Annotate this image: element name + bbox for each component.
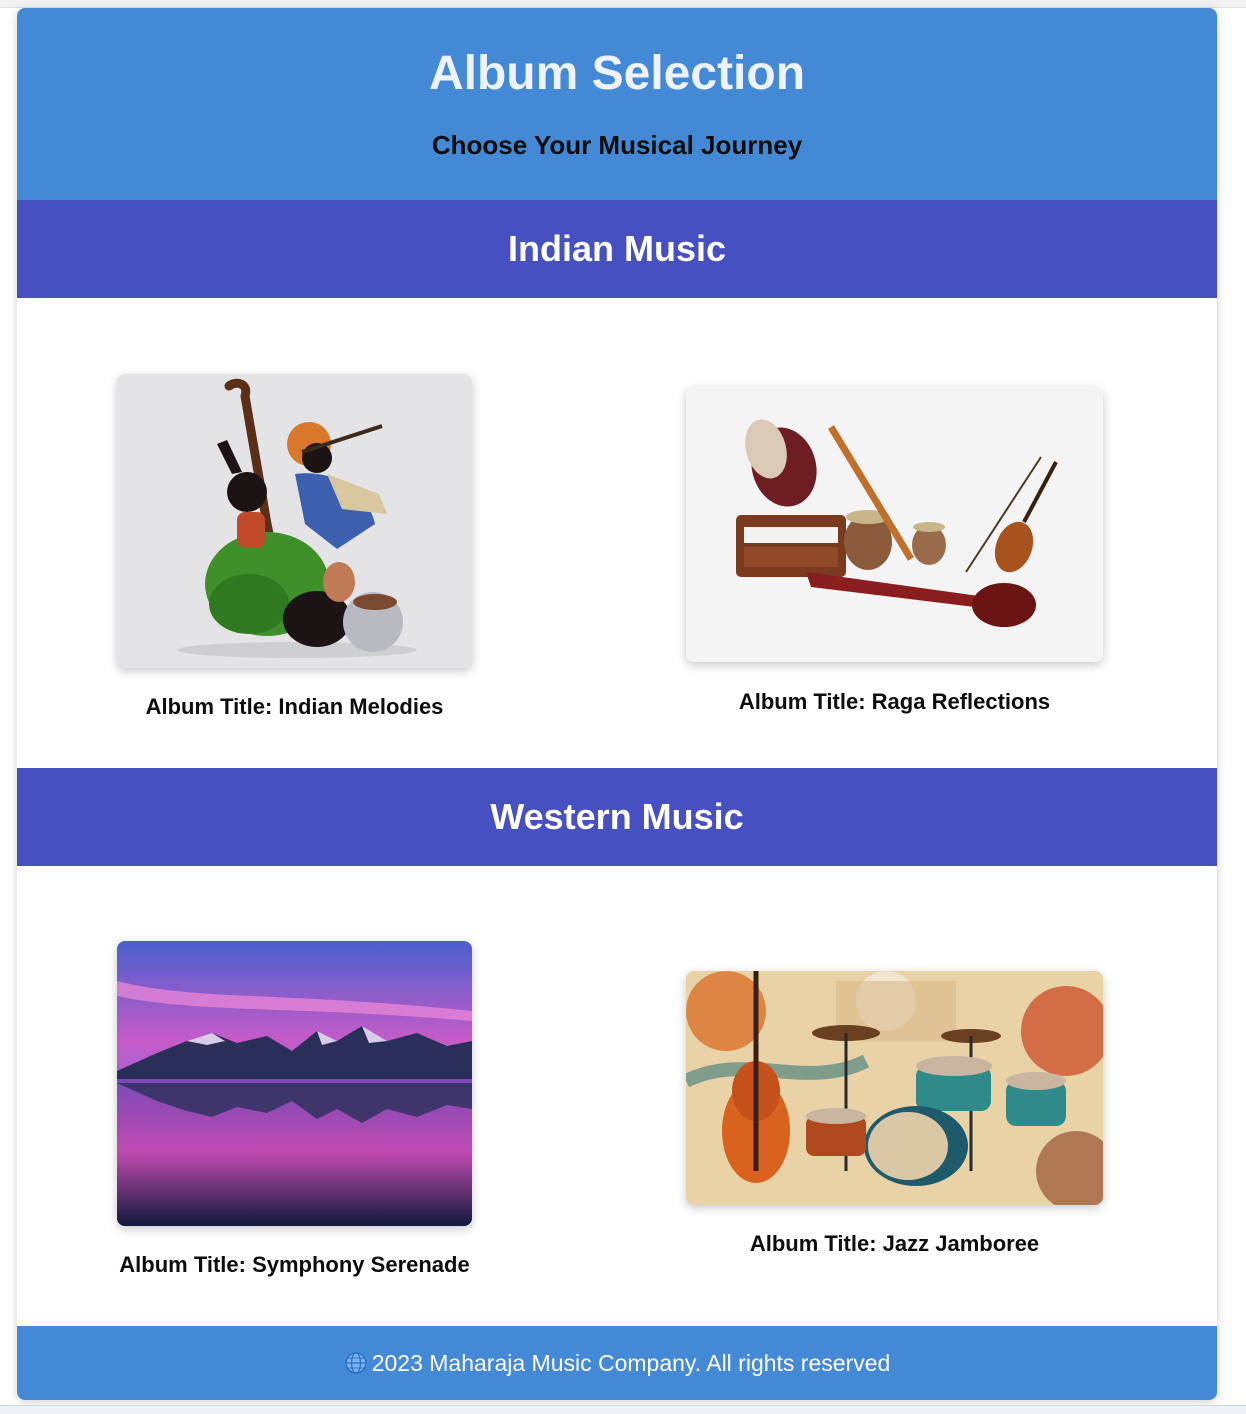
page-header: Album Selection Choose Your Musical Jour…: [17, 8, 1217, 200]
page-container: Album Selection Choose Your Musical Jour…: [17, 8, 1217, 1400]
section-heading-bar-indian: Indian Music: [17, 200, 1217, 298]
page-footer: 2023 Maharaja Music Company. All rights …: [17, 1326, 1217, 1400]
section-heading-bar-western: Western Music: [17, 768, 1217, 866]
footer-copyright: 2023 Maharaja Music Company. All rights …: [344, 1350, 891, 1376]
album-title-indian-melodies: Album Title: Indian Melodies: [145, 694, 444, 719]
album-cover-symphony-serenade[interactable]: [117, 941, 472, 1226]
browser-top-edge: [0, 0, 1246, 8]
album-cover-indian-melodies[interactable]: [117, 374, 472, 668]
album-cover-jazz-jamboree[interactable]: [686, 971, 1103, 1205]
section-heading-western: Western Music: [490, 796, 744, 837]
globe-icon: [344, 1330, 368, 1374]
album-title-jazz-jamboree: Album Title: Jazz Jamboree: [749, 1231, 1040, 1256]
album-title-symphony-serenade: Album Title: Symphony Serenade: [119, 1252, 470, 1277]
page-title: Album Selection: [428, 47, 806, 100]
album-title-raga-reflections: Album Title: Raga Reflections: [738, 689, 1051, 714]
section-heading-indian: Indian Music: [507, 228, 727, 269]
album-cover-raga-reflections[interactable]: [686, 387, 1103, 662]
page-subtitle: Choose Your Musical Journey: [431, 130, 803, 160]
footer-text: 2023 Maharaja Music Company. All rights …: [371, 1350, 891, 1376]
